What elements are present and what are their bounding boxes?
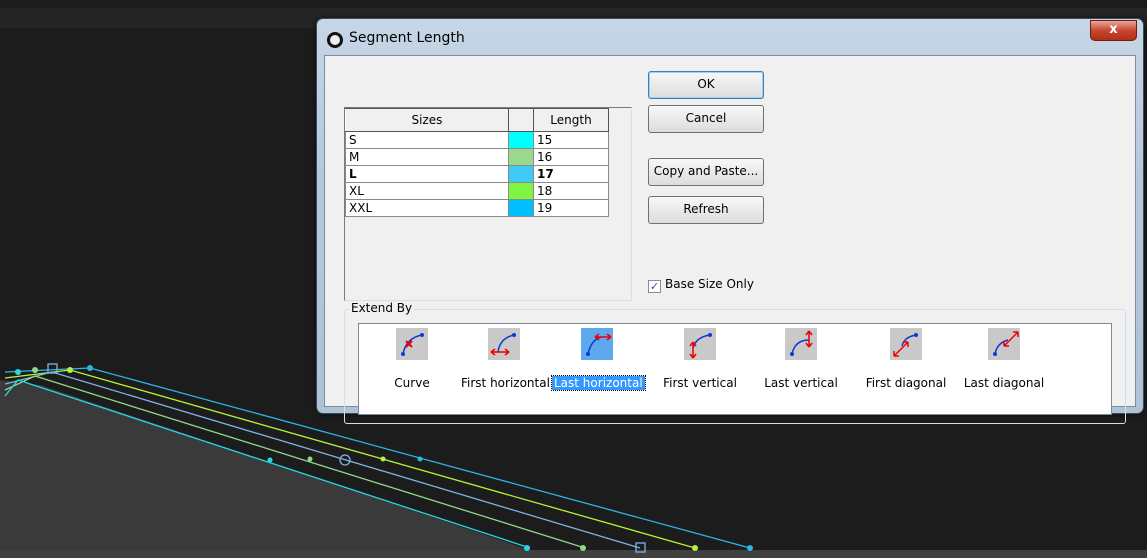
sizes-column-header[interactable]: Sizes (345, 108, 509, 132)
length-cell[interactable]: 18 (533, 182, 609, 200)
extend-option-last-horizontal[interactable]: Last horizontal (551, 328, 646, 391)
extend-option-label: Curve (367, 376, 457, 390)
last-diagonal-icon (988, 328, 1020, 360)
size-color-swatch (508, 148, 534, 166)
base-size-only-label: Base Size Only (665, 277, 754, 291)
extend-option-text: Last diagonal (963, 376, 1045, 390)
extend-option-label: Last vertical (756, 376, 846, 390)
checkbox-box[interactable]: ✓ (648, 280, 661, 293)
grid-header-row: Sizes Length (345, 108, 609, 132)
extend-option-text: Last vertical (764, 376, 838, 390)
size-cell[interactable]: L (345, 165, 509, 183)
curve-icon (396, 328, 428, 360)
last-horizontal-icon (581, 328, 613, 360)
extend-option-label: First vertical (655, 376, 745, 390)
size-cell[interactable]: S (345, 131, 509, 149)
extend-option-text: First vertical (663, 376, 737, 390)
extend-by-group: Extend By Curve First horizontal Last hori… (344, 301, 1126, 424)
length-cell[interactable]: 17 (533, 165, 609, 183)
dialog-title: Segment Length (349, 30, 465, 46)
extend-option-label: First diagonal (861, 376, 951, 390)
color-column-header[interactable] (508, 108, 534, 132)
last-vertical-icon (785, 328, 817, 360)
app-icon (327, 32, 343, 48)
length-cell[interactable]: 15 (533, 131, 609, 149)
table-row[interactable]: XXL 19 (345, 199, 609, 217)
table-row[interactable]: L 17 (345, 165, 609, 183)
base-size-only-checkbox[interactable]: ✓ Base Size Only (648, 277, 754, 293)
extend-option-text: Last horizontal (551, 375, 646, 391)
refresh-button[interactable]: Refresh (648, 196, 764, 224)
size-color-swatch (508, 131, 534, 149)
dialog-body: Sizes Length S 15 M 16 L 17 XL 18 XXL 19 OK Cance… (324, 55, 1136, 424)
length-cell[interactable]: 16 (533, 148, 609, 166)
extend-option-label: Last diagonal (959, 376, 1049, 390)
cancel-button[interactable]: Cancel (648, 105, 764, 133)
close-button[interactable]: x (1090, 20, 1137, 41)
copy-and-paste-button[interactable]: Copy and Paste... (648, 158, 764, 186)
size-color-swatch (508, 165, 534, 183)
table-row[interactable]: S 15 (345, 131, 609, 149)
extend-option-first-vertical[interactable]: First vertical (655, 328, 745, 390)
extend-by-list[interactable]: Curve First horizontal Last horizontal Firs… (358, 323, 1112, 415)
ok-button[interactable]: OK (648, 71, 764, 99)
first-horizontal-icon (488, 328, 520, 360)
extend-option-curve[interactable]: Curve (367, 328, 457, 390)
extend-option-text: First diagonal (865, 376, 947, 390)
extend-option-label: First horizontal (459, 376, 550, 390)
size-cell[interactable]: M (345, 148, 509, 166)
size-color-swatch (508, 182, 534, 200)
sizes-grid: Sizes Length S 15 M 16 L 17 XL 18 XXL 19 (345, 108, 609, 217)
table-row[interactable]: M 16 (345, 148, 609, 166)
size-cell[interactable]: XL (345, 182, 509, 200)
extend-by-label: Extend By (349, 301, 415, 315)
extend-option-text: Curve (394, 376, 430, 390)
size-cell[interactable]: XXL (345, 199, 509, 217)
length-cell[interactable]: 19 (533, 199, 609, 217)
segment-length-dialog: Segment Length x Sizes Length S 15 M 16 L 17 X… (316, 18, 1144, 424)
extend-option-last-diagonal[interactable]: Last diagonal (959, 328, 1049, 390)
size-color-swatch (508, 199, 534, 217)
extend-option-last-vertical[interactable]: Last vertical (756, 328, 846, 390)
extend-option-first-diagonal[interactable]: First diagonal (861, 328, 951, 390)
table-row[interactable]: XL 18 (345, 182, 609, 200)
first-vertical-icon (684, 328, 716, 360)
extend-option-text: First horizontal (461, 376, 550, 390)
length-column-header[interactable]: Length (533, 108, 609, 132)
extend-option-label: Last horizontal (551, 375, 646, 391)
extend-option-first-horizontal[interactable]: First horizontal (459, 328, 550, 390)
first-diagonal-icon (890, 328, 922, 360)
